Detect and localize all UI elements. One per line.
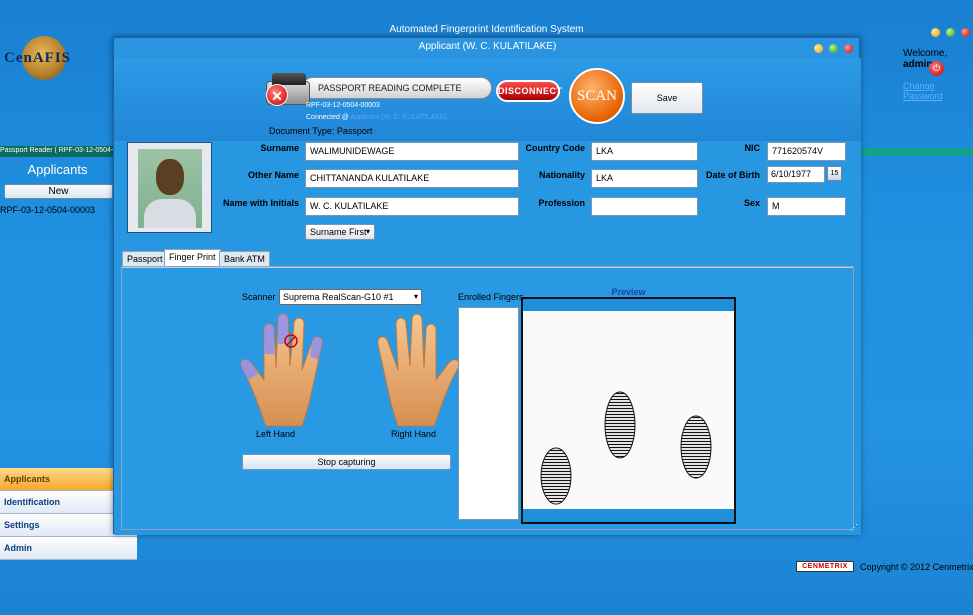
scanner-label: Scanner <box>242 292 276 302</box>
country-code-label: Country Code <box>525 143 586 153</box>
passport-reader-tab[interactable]: Passport Reader ( RPF-03-12-0504- <box>0 147 113 154</box>
tab-bank-atm[interactable]: Bank ATM <box>219 251 270 267</box>
chevron-down-icon: ▾ <box>365 227 370 236</box>
dob-label: Date of Birth <box>706 170 760 180</box>
new-applicant-button[interactable]: New <box>4 184 113 199</box>
other-name-label: Other Name <box>247 170 299 180</box>
name-initials-label: Name with Initials <box>222 198 299 208</box>
calendar-icon[interactable]: 15 <box>827 166 842 181</box>
name-order-value: Surname First <box>310 227 367 237</box>
dialog-close-icon[interactable] <box>844 44 853 53</box>
fingerprint-scan-image <box>540 391 712 505</box>
cenmetrix-logo: CENMETRIX <box>796 561 854 572</box>
connected-label: Connected @ <box>306 114 349 121</box>
app-title: Automated Fingerprint Identification Sys… <box>389 24 584 35</box>
background-highlight-bar <box>860 148 973 156</box>
document-id: RPF-03-12-0504-00003 <box>306 102 380 109</box>
sex-field[interactable]: M <box>767 197 846 216</box>
dob-field[interactable]: 6/10/1977 <box>767 166 825 183</box>
welcome-prefix: Welcome, <box>903 48 948 59</box>
cenafis-logo: CenAFIS <box>4 36 70 86</box>
save-button[interactable]: Save <box>631 82 703 114</box>
name-order-select[interactable]: Surname First ▾ <box>305 224 375 240</box>
applicant-photo <box>127 142 212 233</box>
document-type: Document Type: Passport <box>269 126 373 136</box>
tab-passport[interactable]: Passport <box>122 251 168 267</box>
nationality-label: Nationality <box>538 170 585 180</box>
surname-field[interactable]: WALIMUNIDEWAGE <box>305 142 519 161</box>
disconnect-button[interactable]: DISCONNECT <box>496 80 562 102</box>
sidebar-applicant-item[interactable]: RPF-03-12-0504-00003 <box>0 205 95 215</box>
copyright-text: Copyright © 2012 Cenmetrix <box>860 562 973 572</box>
logo-text: CenAFIS <box>4 50 72 66</box>
dialog-header <box>114 58 861 141</box>
applicant-dialog: Applicant (W. C. KULATILAKE) PASSPORT RE… <box>113 37 861 535</box>
connection-status: Connected @ Applicant (W. C. KULATILAKE) <box>306 114 447 121</box>
left-hand-label: Left Hand <box>256 429 296 439</box>
nic-label: NIC <box>744 143 761 153</box>
left-hand-icon[interactable] <box>236 308 346 428</box>
passport-status: PASSPORT READING COMPLETE <box>302 77 492 99</box>
maximize-icon[interactable] <box>946 28 955 37</box>
minimize-icon[interactable] <box>931 28 940 37</box>
chevron-down-icon: ▾ <box>413 292 418 301</box>
app-window-buttons <box>931 28 970 37</box>
fingerprint-preview <box>521 297 736 524</box>
scan-button[interactable]: SCAN <box>569 68 625 124</box>
connected-device-link[interactable]: Applicant (W. C. KULATILAKE) <box>350 114 446 121</box>
name-initials-field[interactable]: W. C. KULATILAKE <box>305 197 519 216</box>
scanner-value: Suprema RealScan-G10 #1 <box>283 292 394 302</box>
dialog-title: Applicant (W. C. KULATILAKE) <box>418 41 557 52</box>
sidebar-title: Applicants <box>27 162 88 177</box>
scanner-select[interactable]: Suprema RealScan-G10 #1 ▾ <box>279 289 422 305</box>
close-icon[interactable] <box>961 28 970 37</box>
stop-capturing-button[interactable]: Stop capturing <box>242 454 451 470</box>
profession-label: Profession <box>538 198 585 208</box>
enrolled-fingers-label: Enrolled Fingers <box>458 292 524 302</box>
error-x-icon: ✕ <box>266 84 288 106</box>
nic-field[interactable]: 771620574V <box>767 142 846 161</box>
nav-admin[interactable]: Admin <box>0 537 137 560</box>
tab-finger-print[interactable]: Finger Print <box>164 249 221 267</box>
other-name-field[interactable]: CHITTANANDA KULATILAKE <box>305 169 519 188</box>
enrolled-fingers-list[interactable] <box>458 307 519 520</box>
dialog-minimize-icon[interactable] <box>814 44 823 53</box>
dialog-window-buttons <box>814 44 853 53</box>
sex-label: Sex <box>743 198 760 208</box>
surname-label: Surname <box>260 143 299 153</box>
resize-grip-icon[interactable]: ⋰ <box>850 523 858 532</box>
preview-label: Preview <box>611 287 646 297</box>
logout-power-icon[interactable]: ⏻ <box>929 61 944 76</box>
change-password-link[interactable]: Change Password <box>903 81 973 101</box>
right-hand-icon[interactable] <box>354 308 464 428</box>
dialog-maximize-icon[interactable] <box>829 44 838 53</box>
right-hand-label: Right Hand <box>391 429 437 439</box>
